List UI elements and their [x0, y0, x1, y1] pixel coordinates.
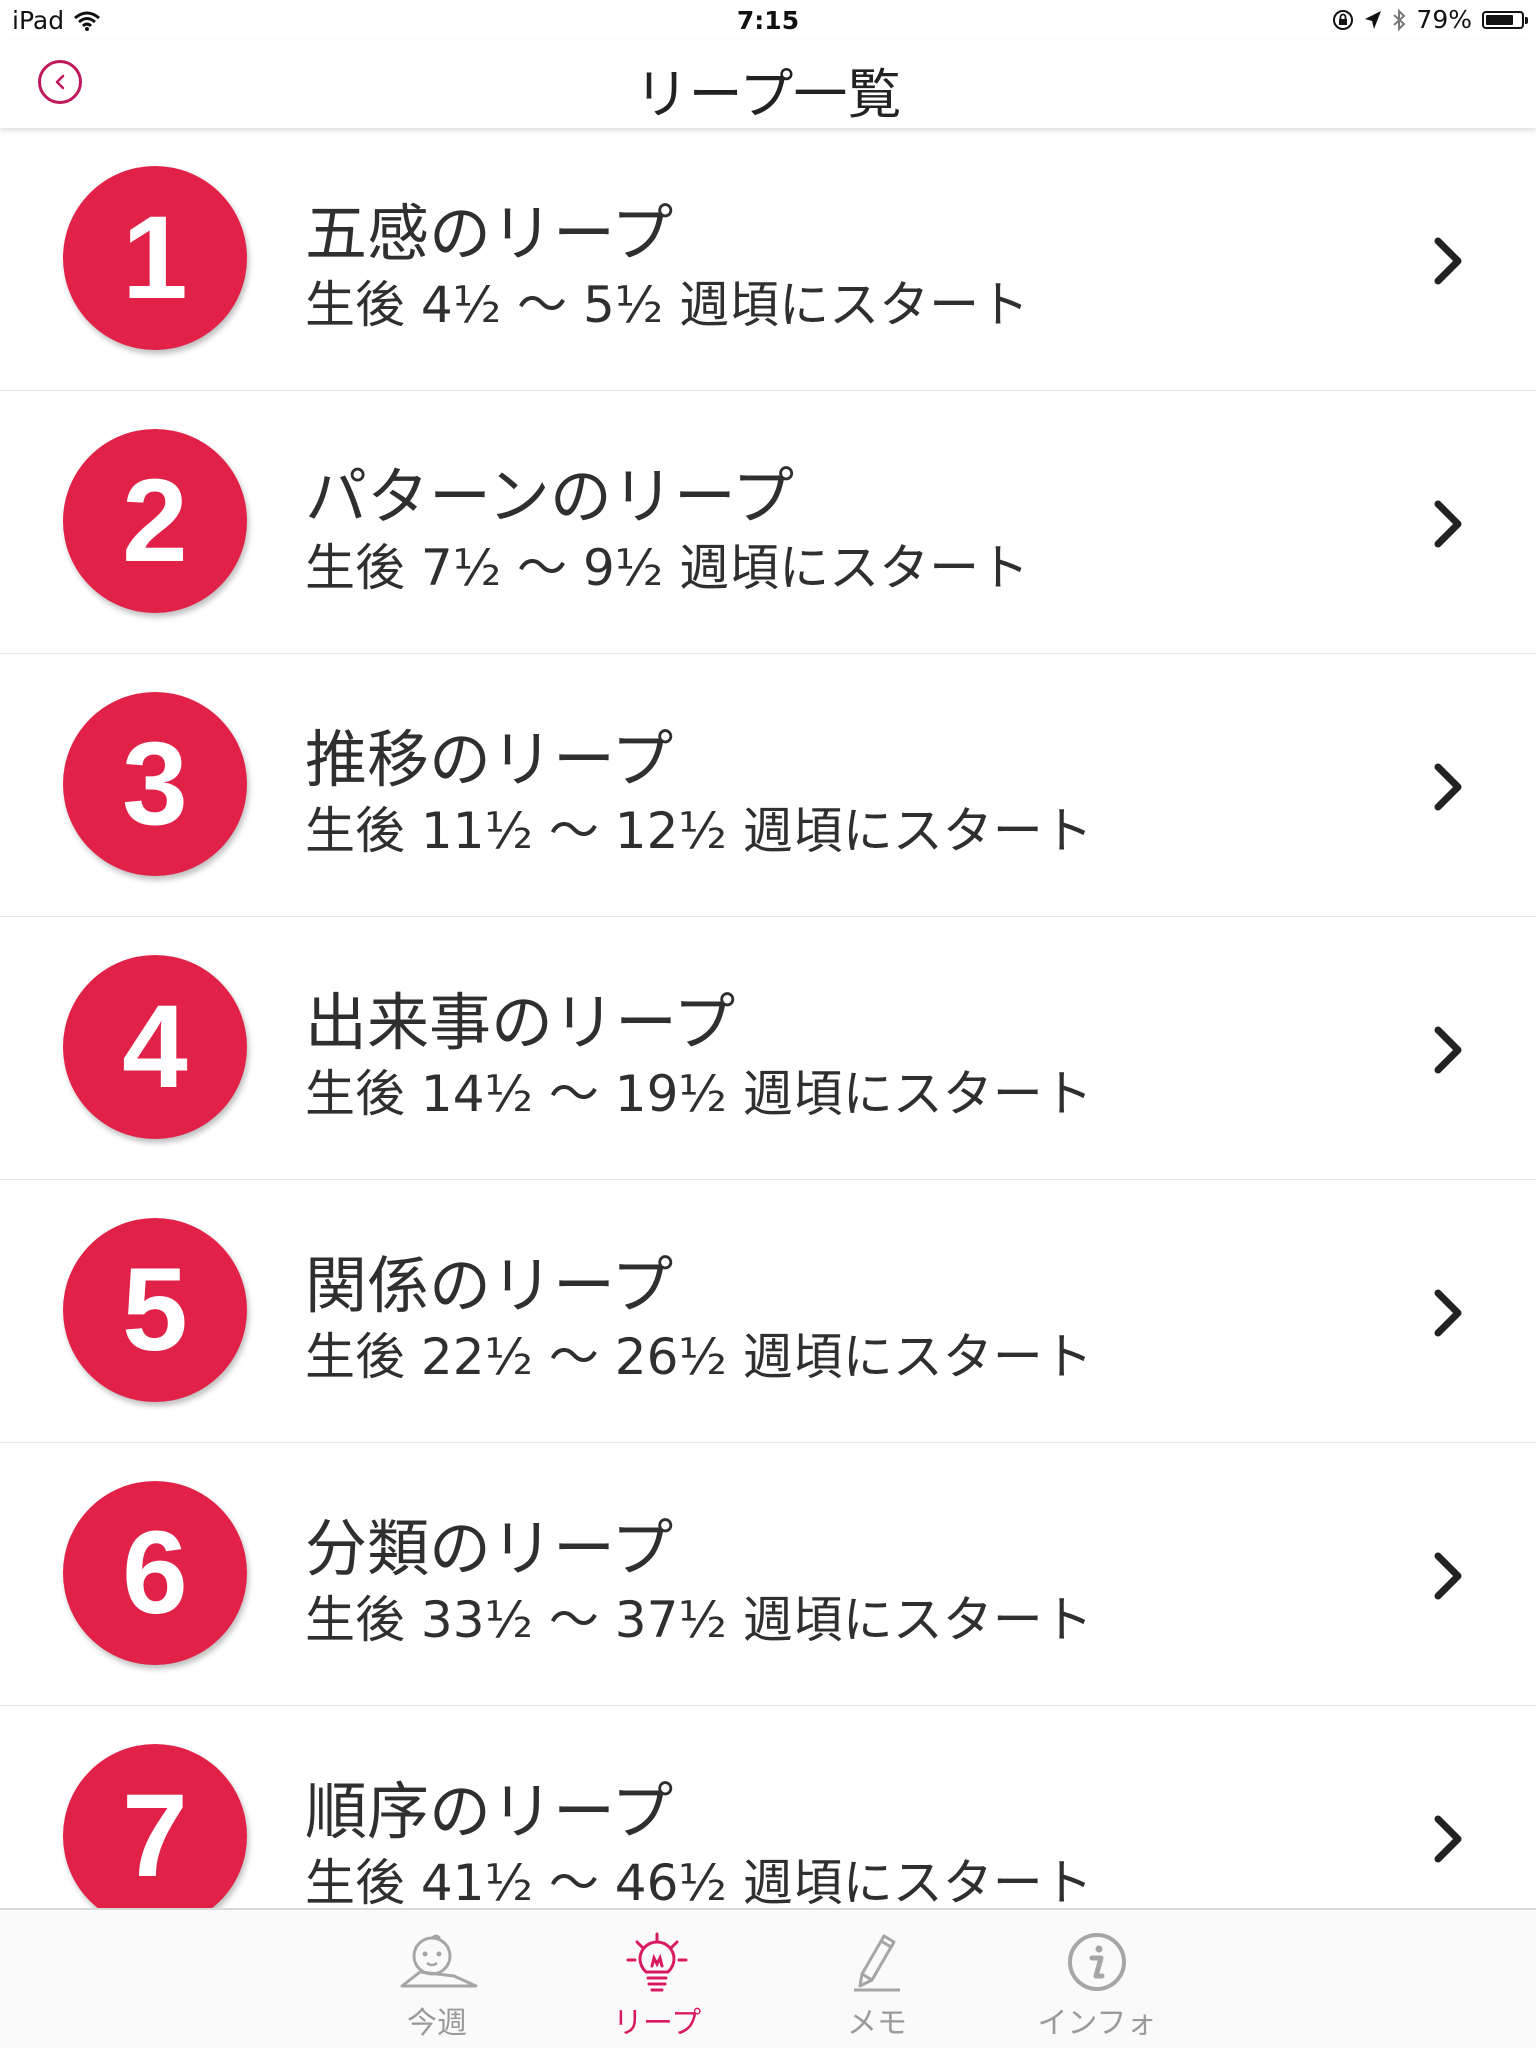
leap-title: 出来事のリープ — [305, 986, 736, 1059]
tab-label: インフォ — [1037, 2006, 1157, 2041]
leap-row-6[interactable]: 6 分類のリープ生後 33½ 〜 37½ 週頃にスタート — [0, 1443, 1536, 1706]
leap-row-4[interactable]: 4 出来事のリープ生後 14½ 〜 19½ 週頃にスタート — [0, 917, 1536, 1180]
tab-bar: 今週 リープ メモ インフォ — [0, 1908, 1536, 2048]
tab-memo[interactable]: メモ — [797, 1932, 957, 2048]
tab-label: メモ — [847, 2006, 907, 2041]
chevron-right-icon — [1434, 1815, 1462, 1863]
chevron-right-icon — [1434, 1026, 1462, 1074]
leap-row-2[interactable]: 2 パターンのリープ生後 7½ 〜 9½ 週頃にスタート — [0, 391, 1536, 654]
nav-bar: リープ一覧 — [0, 40, 1536, 128]
leap-row-5[interactable]: 5 関係のリープ生後 22½ 〜 26½ 週頃にスタート — [0, 1180, 1536, 1443]
leap-title: 関係のリープ — [305, 1249, 674, 1322]
leap-number-badge: 4 — [63, 955, 247, 1139]
leap-row-3[interactable]: 3 推移のリープ生後 11½ 〜 12½ 週頃にスタート — [0, 654, 1536, 917]
page-title: リープ一覧 — [634, 63, 902, 126]
leap-subtitle: 生後 4½ 〜 5½ 週頃にスタート — [305, 276, 1030, 334]
leap-subtitle: 生後 11½ 〜 12½ 週頃にスタート — [305, 802, 1093, 860]
battery-icon — [1482, 10, 1528, 29]
chevron-right-icon — [1434, 763, 1462, 811]
chevron-right-icon — [1434, 500, 1462, 548]
tab-label: 今週 — [407, 2006, 467, 2041]
leap-number-badge: 7 — [63, 1744, 247, 1908]
tab-leaps[interactable]: リープ — [577, 1932, 737, 2048]
chevron-right-icon — [1434, 1552, 1462, 1600]
chevron-right-icon — [1434, 1289, 1462, 1337]
leap-row-7[interactable]: 7 順序のリープ生後 41½ 〜 46½ 週頃にスタート — [0, 1706, 1536, 1908]
leap-list: 1 五感のリープ生後 4½ 〜 5½ 週頃にスタート 2 パターンのリープ生後 7½ … — [0, 128, 1536, 1908]
leap-title: 順序のリープ — [305, 1775, 674, 1848]
orientation-lock-icon — [1333, 9, 1354, 30]
leap-title: パターンのリープ — [305, 460, 795, 533]
leap-number-badge: 5 — [63, 1218, 247, 1402]
battery-fill — [1486, 14, 1513, 25]
leap-number-badge: 6 — [63, 1481, 247, 1665]
leap-title: 推移のリープ — [305, 723, 674, 796]
leap-subtitle: 生後 33½ 〜 37½ 週頃にスタート — [305, 1591, 1093, 1649]
lightbulb-icon — [626, 1932, 688, 1992]
tab-info[interactable]: インフォ — [1017, 1932, 1177, 2048]
bluetooth-icon — [1393, 8, 1406, 31]
leap-subtitle: 生後 22½ 〜 26½ 週頃にスタート — [305, 1328, 1093, 1386]
tab-label: リープ — [612, 2006, 702, 2041]
pencil-icon — [854, 1934, 900, 1992]
leap-subtitle: 生後 14½ 〜 19½ 週頃にスタート — [305, 1065, 1093, 1123]
leap-title: 五感のリープ — [305, 197, 674, 270]
status-time: 7:15 — [736, 6, 800, 35]
leap-title: 分類のリープ — [305, 1512, 674, 1585]
status-right: 79% — [1332, 5, 1528, 34]
leap-subtitle: 生後 41½ 〜 46½ 週頃にスタート — [305, 1854, 1093, 1908]
location-arrow-icon — [1365, 10, 1382, 29]
baby-icon — [400, 1934, 478, 1988]
chevron-right-icon — [1434, 237, 1462, 285]
status-bar: iPad 7:15 79% — [0, 0, 1536, 40]
battery-percent: 79% — [1416, 5, 1472, 34]
leap-number-badge: 3 — [63, 692, 247, 876]
info-icon — [1068, 1933, 1126, 1991]
leap-row-1[interactable]: 1 五感のリープ生後 4½ 〜 5½ 週頃にスタート — [0, 128, 1536, 391]
leap-number-badge: 1 — [63, 166, 247, 350]
leap-subtitle: 生後 7½ 〜 9½ 週頃にスタート — [305, 539, 1030, 597]
tab-this-week[interactable]: 今週 — [357, 1932, 517, 2048]
leap-number-badge: 2 — [63, 429, 247, 613]
